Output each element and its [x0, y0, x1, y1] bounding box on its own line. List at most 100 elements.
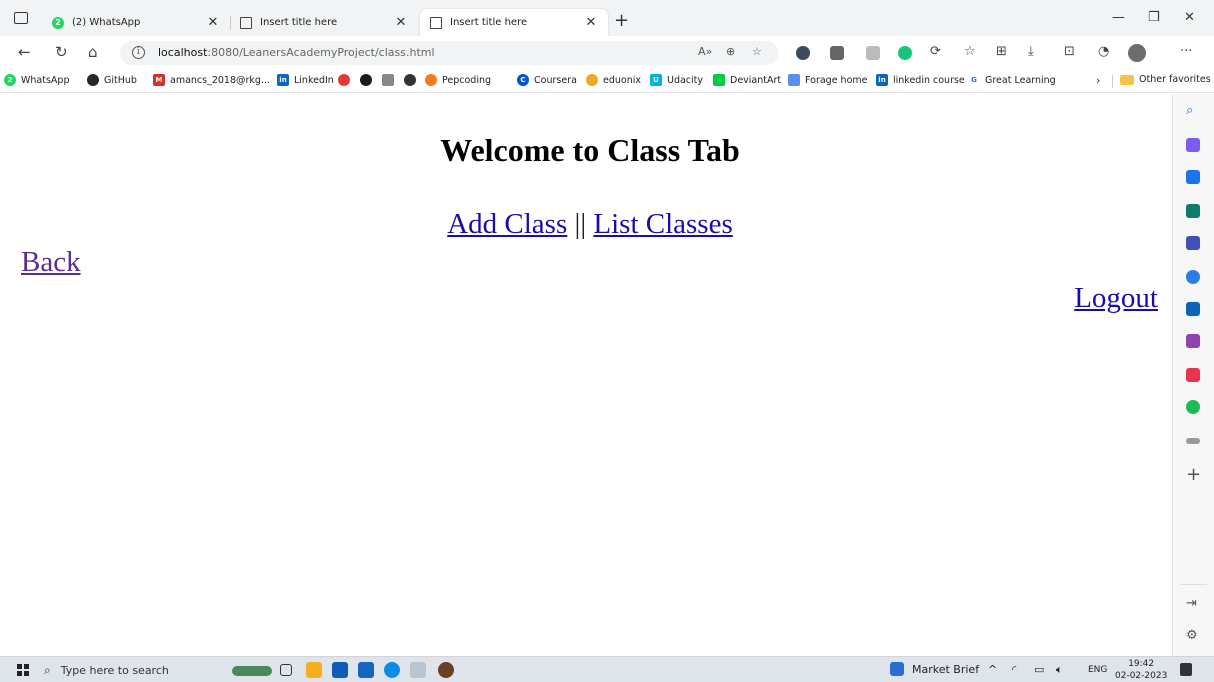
- bookmark-linkedin-course[interactable]: in linkedin course: [876, 74, 965, 86]
- outlook-icon[interactable]: [1186, 302, 1200, 316]
- profile-avatar[interactable]: [1128, 44, 1146, 62]
- mail-icon[interactable]: [358, 662, 374, 678]
- favorite-star-icon[interactable]: ☆: [752, 45, 762, 58]
- collections-icon[interactable]: ⊞: [996, 44, 1007, 59]
- store-icon[interactable]: [332, 662, 348, 678]
- language-indicator[interactable]: ENG: [1088, 665, 1107, 675]
- edge-sidebar: ⌕ + ⇥ ⚙: [1172, 94, 1214, 656]
- tab-insert-title-active[interactable]: Insert title here ✕: [420, 9, 608, 36]
- bookmark-icon-only[interactable]: [360, 74, 377, 86]
- close-icon[interactable]: ✕: [394, 15, 408, 30]
- close-icon[interactable]: ✕: [206, 15, 220, 30]
- add-icon[interactable]: +: [1186, 464, 1201, 485]
- chevron-up-icon[interactable]: ^: [988, 663, 997, 676]
- home-icon[interactable]: ⌂: [88, 43, 98, 61]
- gear-icon[interactable]: ⚙: [1186, 628, 1198, 643]
- back-arrow-icon[interactable]: ←: [18, 43, 31, 61]
- new-tab-icon[interactable]: +: [614, 10, 629, 31]
- task-view-icon[interactable]: [280, 664, 292, 676]
- wifi-icon[interactable]: ◜: [1012, 663, 1016, 676]
- music-icon[interactable]: [1186, 368, 1200, 382]
- shopping-tag-icon[interactable]: [1186, 170, 1200, 184]
- page-content: Welcome to Class Tab Add Class || List C…: [0, 94, 1172, 656]
- market-brief-label[interactable]: Market Brief: [912, 663, 979, 676]
- taskbar-search[interactable]: ⌕ Type here to search: [44, 658, 204, 682]
- minimize-icon[interactable]: —: [1112, 10, 1125, 25]
- file-explorer-icon[interactable]: [306, 662, 322, 678]
- extensions-puzzle-icon[interactable]: ⟳: [930, 44, 941, 59]
- hide-sidebar-icon[interactable]: ⇥: [1186, 596, 1197, 611]
- notification-icon[interactable]: [1180, 663, 1192, 676]
- bookmark-github[interactable]: GitHub: [87, 74, 137, 86]
- search-placeholder: Type here to search: [60, 663, 169, 677]
- chevron-right-icon[interactable]: ›: [1096, 74, 1100, 87]
- bookmark-other-favorites[interactable]: Other favorites: [1120, 74, 1211, 85]
- bookmark-coursera[interactable]: C Coursera: [517, 74, 577, 86]
- search-icon[interactable]: ⌕: [1186, 104, 1200, 118]
- zoom-icon[interactable]: ⊕: [726, 45, 735, 58]
- bookmark-icon-only[interactable]: [404, 74, 421, 86]
- list-classes-link[interactable]: List Classes: [593, 208, 732, 240]
- windows-start-icon[interactable]: [17, 664, 29, 676]
- screenshot-icon[interactable]: ⊡: [1064, 44, 1075, 59]
- link-separator: ||: [574, 208, 587, 240]
- app-icon: [404, 74, 416, 86]
- bookmark-gmail[interactable]: M amancs_2018@rkg...: [153, 74, 270, 86]
- edge-icon[interactable]: [384, 662, 400, 678]
- address-bar[interactable]: i localhost:8080/LeanersAcademyProject/c…: [120, 41, 778, 65]
- favorites-icon[interactable]: ☆: [964, 44, 976, 59]
- settings-more-icon[interactable]: ···: [1180, 44, 1192, 59]
- tab-whatsapp[interactable]: 2 (2) WhatsApp ✕: [42, 9, 230, 36]
- app-icon[interactable]: [438, 662, 454, 678]
- grammarly-icon[interactable]: [898, 46, 912, 60]
- notepad-icon[interactable]: [410, 662, 426, 678]
- weather-widget-icon[interactable]: [232, 666, 272, 676]
- window-close-icon[interactable]: ✕: [1184, 10, 1195, 25]
- bookmark-udacity[interactable]: U Udacity: [650, 74, 703, 86]
- tab-actions-icon[interactable]: [14, 12, 28, 24]
- clock[interactable]: 19:42 02-02-2023: [1115, 658, 1167, 682]
- bookmark-icon-only[interactable]: [382, 74, 399, 86]
- discover-icon[interactable]: [1186, 138, 1200, 152]
- bookmark-label: WhatsApp: [21, 74, 70, 86]
- battery-icon[interactable]: ▭: [1034, 663, 1044, 676]
- bookmark-whatsapp[interactable]: 2 WhatsApp: [4, 74, 69, 86]
- info-icon[interactable]: i: [132, 46, 145, 59]
- whatsapp-icon: 2: [4, 74, 16, 86]
- tab-insert-title-1[interactable]: Insert title here ✕: [230, 9, 418, 36]
- drop-icon[interactable]: [1186, 334, 1200, 348]
- bookmark-icon-only[interactable]: [338, 74, 355, 86]
- back-container: Back: [21, 246, 81, 279]
- refresh-icon[interactable]: ↻: [55, 43, 68, 61]
- close-icon[interactable]: ✕: [584, 15, 598, 30]
- news-icon[interactable]: [890, 662, 904, 676]
- read-aloud-icon[interactable]: A»: [698, 45, 712, 58]
- back-link[interactable]: Back: [21, 246, 81, 278]
- bookmark-separator: [1112, 75, 1113, 88]
- bookmark-linkedin[interactable]: in LinkedIn: [277, 74, 334, 86]
- games-icon[interactable]: [1186, 236, 1200, 250]
- bookmark-label: Pepcoding: [442, 74, 492, 86]
- spotify-icon[interactable]: [1186, 400, 1200, 414]
- bookmark-pepcoding[interactable]: Pepcoding: [425, 74, 491, 86]
- search-icon: ⌕: [44, 662, 51, 677]
- performance-icon[interactable]: ◔: [1098, 44, 1109, 59]
- extension-icon[interactable]: [866, 46, 880, 60]
- logout-link[interactable]: Logout: [1074, 282, 1158, 314]
- bookmark-deviantart[interactable]: DeviantArt: [713, 74, 781, 86]
- class-nav: Add Class || List Classes: [0, 208, 1180, 241]
- bookmark-great-learning[interactable]: G Great Learning: [968, 74, 1056, 86]
- app-icon[interactable]: [1186, 438, 1200, 444]
- bookmark-forage[interactable]: Forage home: [788, 74, 868, 86]
- clock-time: 19:42: [1128, 659, 1155, 669]
- downloads-icon[interactable]: ⤓: [1028, 44, 1034, 59]
- extension-icon[interactable]: [830, 46, 844, 60]
- tools-icon[interactable]: [1186, 204, 1200, 218]
- microsoft-365-icon[interactable]: [1186, 270, 1200, 284]
- add-class-link[interactable]: Add Class: [447, 208, 567, 240]
- extension-icon[interactable]: [796, 46, 810, 60]
- restore-icon[interactable]: ❐: [1148, 10, 1160, 25]
- volume-icon[interactable]: 🔈︎: [1056, 663, 1063, 677]
- bookmark-label: linkedin course: [893, 74, 965, 86]
- bookmark-eduonix[interactable]: eduonix: [586, 74, 641, 86]
